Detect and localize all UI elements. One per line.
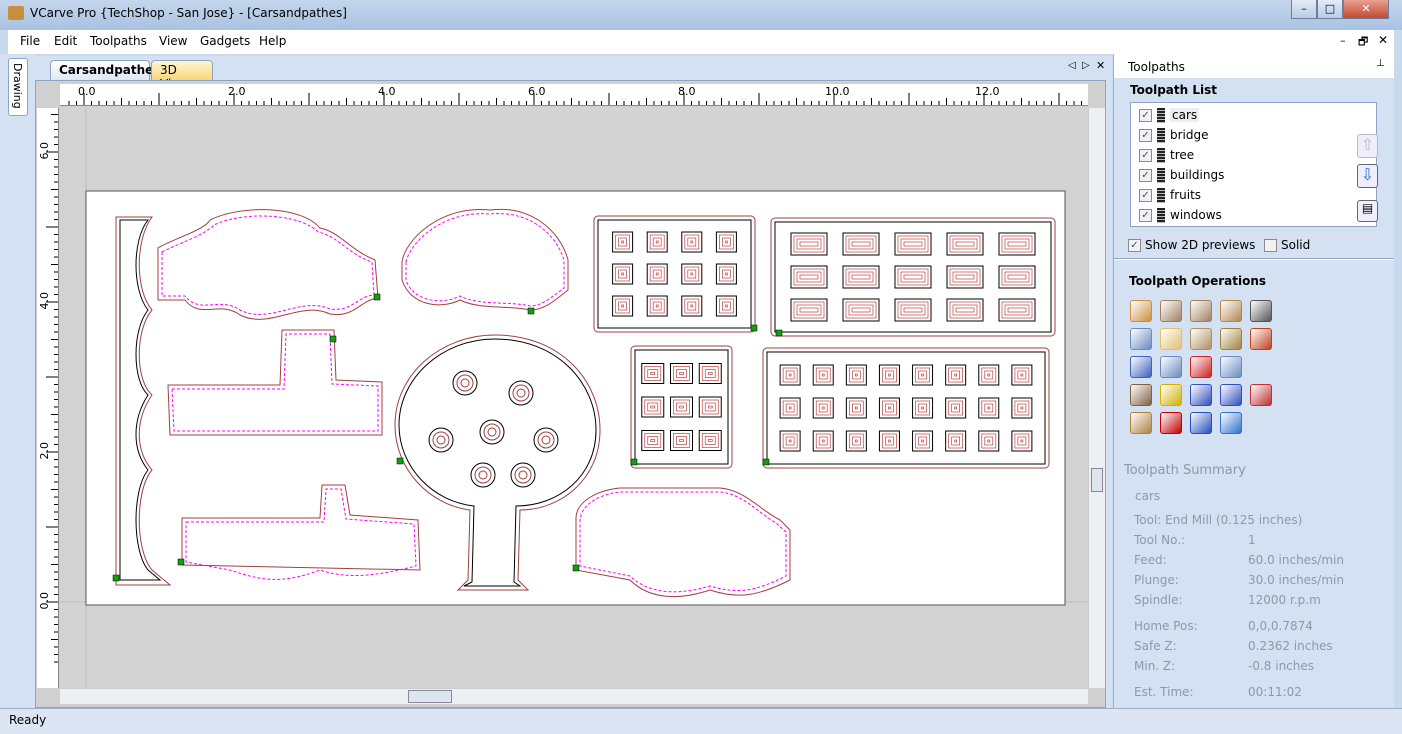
end-mill-icon (1157, 207, 1165, 223)
horizontal-scroll-thumb[interactable] (408, 690, 452, 703)
summary-value: -0.8 inches (1248, 659, 1315, 673)
drill-icon[interactable] (1190, 300, 1212, 322)
texture-icon[interactable] (1250, 300, 1272, 322)
move-down-button[interactable]: ⇩ (1357, 164, 1378, 188)
delete-icon[interactable] (1190, 356, 1212, 378)
toolpath-item-fruits[interactable]: ✓ fruits (1139, 185, 1201, 205)
toolpath-options-button[interactable]: ▤ (1357, 200, 1378, 222)
prism-icon[interactable] (1190, 328, 1212, 350)
pocket-icon[interactable] (1160, 300, 1182, 322)
panel-divider (1114, 258, 1394, 260)
summary-title: Toolpath Summary (1124, 463, 1246, 478)
toolpath-item-cars[interactable]: ✓ cars (1139, 105, 1200, 125)
save-toolpath-icon[interactable] (1190, 412, 1212, 434)
mdi-close-button[interactable]: ✕ (1378, 33, 1388, 47)
summary-name: cars (1135, 489, 1161, 503)
maximize-button[interactable]: □ (1317, 0, 1343, 19)
end-mill-icon (1157, 167, 1165, 183)
toolpath-name: windows (1170, 208, 1222, 222)
checkbox-icon[interactable]: ✓ (1128, 238, 1141, 252)
solid-checkbox[interactable]: Solid (1264, 238, 1310, 252)
summary-value: 12000 r.p.m (1248, 593, 1321, 607)
end-mill-icon (1157, 147, 1165, 163)
status-bar: Ready (0, 708, 1402, 734)
material-setup-icon[interactable] (1130, 412, 1152, 434)
toolpath-list[interactable]: ✓ cars ✓ bridge ✓ tree ✓ buildings ✓ fruits ✓ windo… (1130, 102, 1377, 227)
horizontal-scrollbar[interactable] (60, 688, 1088, 704)
summary-label: Est. Time: (1134, 685, 1194, 699)
end-mill-icon (1157, 187, 1165, 203)
toolpath-name: fruits (1170, 188, 1202, 202)
show-2d-previews-checkbox[interactable]: ✓ Show 2D previews (1128, 238, 1255, 252)
summary-value: 00:11:02 (1248, 685, 1302, 699)
summary-label: Min. Z: (1134, 659, 1176, 673)
status-text: Ready (9, 713, 47, 727)
toolpath-list-title: Toolpath List (1130, 83, 1217, 97)
checkbox-icon[interactable] (1264, 238, 1277, 252)
profile-icon[interactable] (1130, 300, 1152, 322)
fluting-icon[interactable] (1220, 300, 1242, 322)
bitmap-icon[interactable] (1250, 384, 1272, 406)
summary-label: Tool No.: (1134, 533, 1186, 547)
vertical-scrollbar[interactable] (1088, 108, 1105, 688)
calculate-icon[interactable] (1220, 356, 1242, 378)
vertical-scroll-thumb[interactable] (1091, 468, 1103, 492)
summary-label: Feed: (1134, 553, 1167, 567)
checkbox-icon[interactable]: ✓ (1139, 128, 1152, 142)
checkbox-icon[interactable]: ✓ (1139, 168, 1152, 182)
summary-value: 0,0,0.7874 (1248, 619, 1313, 633)
solid-label: Solid (1281, 238, 1311, 252)
show-2d-label: Show 2D previews (1145, 238, 1256, 252)
summary-value: 0.2362 inches (1248, 639, 1333, 653)
toolpath-item-windows[interactable]: ✓ windows (1139, 205, 1222, 225)
summary-label: Tool: End Mill (0.125 inches) (1134, 513, 1303, 527)
checkbox-icon[interactable]: ✓ (1139, 108, 1152, 122)
summary-label: Safe Z: (1134, 639, 1177, 653)
toolpath-item-bridge[interactable]: ✓ bridge (1139, 125, 1209, 145)
operations-title: Toolpath Operations (1129, 274, 1267, 288)
inlay-icon[interactable] (1130, 328, 1152, 350)
save-icon[interactable] (1160, 384, 1182, 406)
checkbox-icon[interactable]: ✓ (1139, 148, 1152, 162)
moulding-icon[interactable] (1220, 328, 1242, 350)
mdi-restore-button[interactable]: 🗗 (1358, 33, 1368, 52)
toolpath-name: cars (1170, 108, 1200, 122)
close-button[interactable]: ✕ (1343, 0, 1389, 19)
minimize-button[interactable]: – (1291, 0, 1317, 19)
checkbox-icon[interactable]: ✓ (1139, 208, 1152, 222)
copy-icon[interactable] (1160, 356, 1182, 378)
summary-value: 1 (1248, 533, 1256, 547)
import-icon[interactable] (1220, 412, 1242, 434)
toolpath-item-buildings[interactable]: ✓ buildings (1139, 165, 1224, 185)
quick-engrave-icon[interactable] (1250, 328, 1272, 350)
summary-value: 60.0 inches/min (1248, 553, 1344, 567)
vcarve-icon[interactable] (1160, 328, 1182, 350)
toolpath-name: bridge (1170, 128, 1209, 142)
mdi-minimize-button[interactable]: – (1340, 34, 1346, 47)
summary-label: Plunge: (1134, 573, 1179, 587)
summary-label: Home Pos: (1134, 619, 1198, 633)
panel-title: Toolpaths (1128, 60, 1185, 74)
checkbox-icon[interactable]: ✓ (1139, 188, 1152, 202)
summary-label: Spindle: (1134, 593, 1183, 607)
move-up-button[interactable]: ⇧ (1357, 134, 1378, 158)
toolpath-name: buildings (1170, 168, 1225, 182)
save-all-icon[interactable] (1190, 384, 1212, 406)
edit-icon[interactable] (1130, 356, 1152, 378)
toolpath-item-tree[interactable]: ✓ tree (1139, 145, 1194, 165)
summary-value: 30.0 inches/min (1248, 573, 1344, 587)
end-mill-icon (1157, 127, 1165, 143)
preview-icon[interactable] (1220, 384, 1242, 406)
tool-database-icon[interactable] (1130, 384, 1152, 406)
pin-icon[interactable]: ⊥ (1376, 58, 1385, 69)
time-estimate-icon[interactable] (1160, 412, 1182, 434)
job-drawing (60, 108, 1088, 688)
end-mill-icon (1157, 107, 1165, 123)
toolpath-name: tree (1170, 148, 1195, 162)
